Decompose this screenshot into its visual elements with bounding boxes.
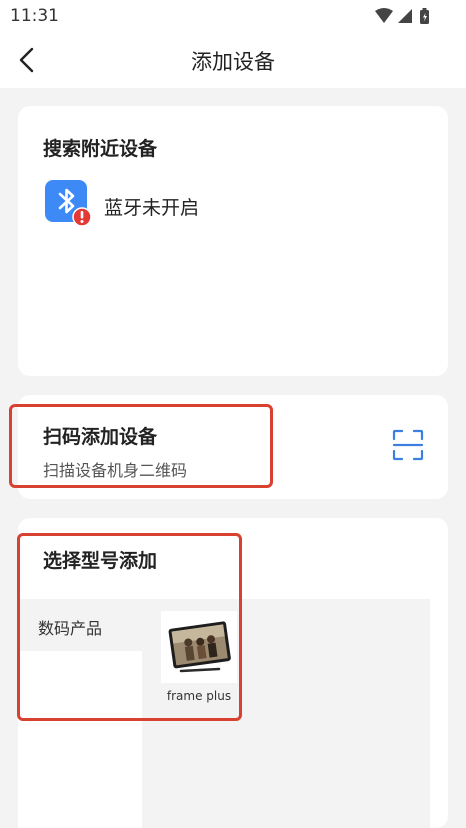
- status-icons: [375, 8, 429, 24]
- battery-icon: [420, 8, 429, 24]
- bluetooth-status-label: 蓝牙未开启: [104, 197, 200, 219]
- nearby-devices-title: 搜索附近设备: [43, 138, 158, 160]
- alert-badge-icon: [72, 207, 91, 226]
- status-bar: 11:31: [0, 0, 466, 32]
- wifi-icon: [375, 8, 393, 23]
- highlight-box-model: [17, 533, 242, 721]
- nearby-devices-card: 搜索附近设备 蓝牙未开启: [18, 106, 448, 376]
- bluetooth-icon[interactable]: [45, 180, 91, 226]
- page-title: 添加设备: [191, 50, 275, 74]
- app-bar: 添加设备: [0, 32, 466, 88]
- status-time: 11:31: [10, 6, 59, 26]
- signal-icon: [398, 9, 412, 23]
- highlight-box-scan: [9, 404, 273, 488]
- scan-qr-icon[interactable]: [392, 429, 424, 461]
